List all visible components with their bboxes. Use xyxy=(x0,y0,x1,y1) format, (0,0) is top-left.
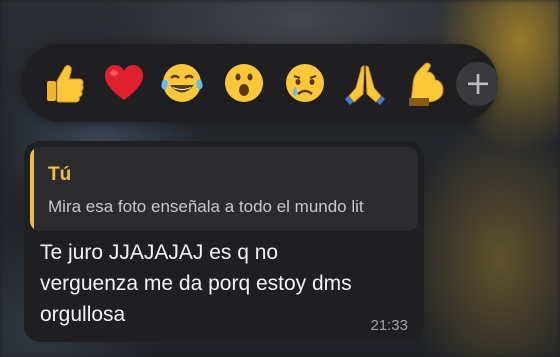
thumbs-up-icon[interactable] xyxy=(39,58,89,108)
message-text: Te juro JJAJAJAJ es q no verguenza me da… xyxy=(40,241,352,326)
red-heart-icon[interactable] xyxy=(99,58,149,108)
crying-face-icon[interactable] xyxy=(280,58,330,108)
surprised-face-icon[interactable] xyxy=(219,58,269,108)
reply-text: Mira esa foto enseñala a todo el mundo l… xyxy=(48,197,364,216)
message-timestamp: 21:33 xyxy=(370,317,408,334)
reply-quote[interactable]: Tú Mira esa foto enseñala a todo el mund… xyxy=(30,147,418,231)
reaction-bar: + xyxy=(22,44,498,122)
reply-accent-bar xyxy=(30,147,34,231)
folded-hands-icon[interactable] xyxy=(340,58,390,108)
tears-of-joy-icon[interactable] xyxy=(157,58,207,108)
reply-author: Tú xyxy=(48,164,72,185)
more-reactions-button[interactable]: + xyxy=(456,62,498,106)
message-bubble[interactable]: Tú Mira esa foto enseñala a todo el mund… xyxy=(24,141,424,342)
flexed-biceps-icon[interactable] xyxy=(399,58,449,108)
